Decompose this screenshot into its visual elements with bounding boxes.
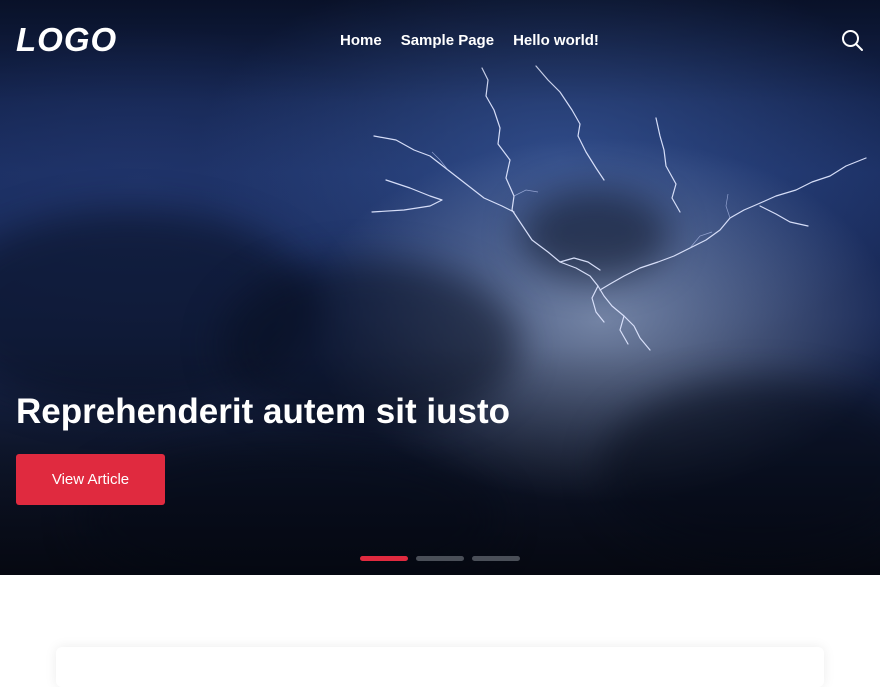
slider-dot-1[interactable]: [360, 556, 408, 561]
site-header: LOGO Home Sample Page Hello world!: [0, 0, 880, 80]
content-card: [56, 647, 824, 687]
nav-item-hello-world[interactable]: Hello world!: [513, 30, 599, 52]
slider-dot-3[interactable]: [472, 556, 520, 561]
site-logo[interactable]: LOGO: [16, 20, 117, 60]
nav-item-sample-page[interactable]: Sample Page: [401, 30, 494, 52]
view-article-button[interactable]: View Article: [16, 454, 165, 505]
search-icon[interactable]: [840, 28, 864, 52]
nav-item-home[interactable]: Home: [340, 30, 382, 52]
primary-nav: Home Sample Page Hello world!: [340, 30, 599, 52]
slider-dot-2[interactable]: [416, 556, 464, 561]
hero-title: Reprehenderit autem sit iusto: [16, 392, 510, 431]
slider-pagination: [360, 556, 520, 561]
